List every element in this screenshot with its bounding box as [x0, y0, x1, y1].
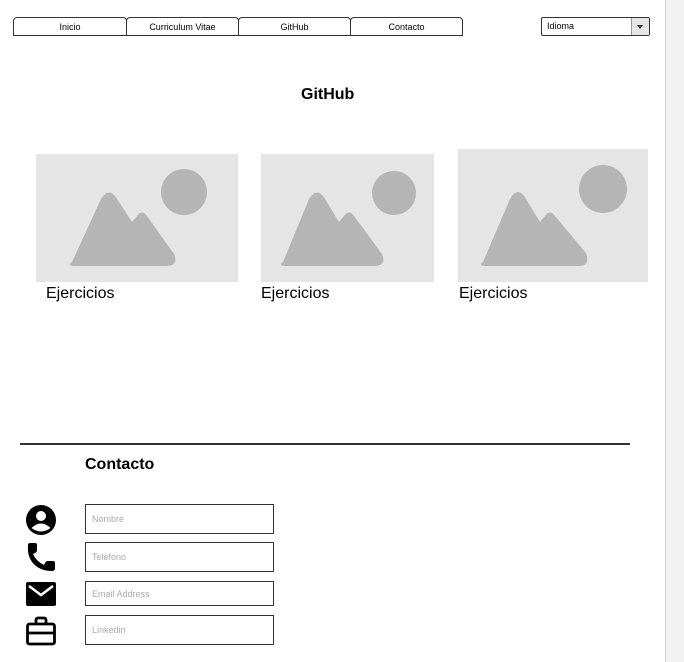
phone-field[interactable]: [85, 542, 274, 572]
page: Inicio Curriculum Vitae GitHub Contacto …: [0, 0, 665, 662]
linkedin-field[interactable]: [85, 615, 274, 645]
card-label-1[interactable]: Ejercicios: [46, 285, 114, 303]
github-title: GitHub: [301, 86, 355, 103]
tabs-baseline: [13, 35, 463, 36]
tab-contacto[interactable]: Contacto: [350, 17, 463, 36]
tab-inicio[interactable]: Inicio: [13, 17, 127, 36]
tab-github[interactable]: GitHub: [238, 17, 351, 36]
chevron-down-icon[interactable]: [631, 18, 649, 35]
image-placeholder-icon: [69, 169, 207, 266]
user-circle-icon: [26, 505, 56, 535]
section-divider: [20, 443, 630, 445]
contact-title: Contacto: [85, 456, 155, 473]
tab-curriculum-vitae[interactable]: Curriculum Vitae: [126, 17, 239, 36]
image-placeholder-icon: [480, 165, 627, 266]
card-label-2[interactable]: Ejercicios: [261, 285, 329, 303]
envelope-icon: [26, 582, 56, 606]
card-label-3[interactable]: Ejercicios: [459, 285, 527, 303]
phone-icon: [27, 543, 55, 571]
card-image-1[interactable]: [36, 154, 238, 282]
language-select[interactable]: Idioma: [541, 17, 650, 36]
name-field[interactable]: [85, 504, 274, 534]
card-image-2[interactable]: [261, 154, 434, 282]
image-placeholder-icon: [280, 171, 416, 266]
language-select-value: Idioma: [547, 21, 575, 31]
vertical-scrollbar[interactable]: [665, 0, 684, 662]
email-field[interactable]: [85, 581, 274, 606]
card-image-3[interactable]: [458, 149, 648, 282]
briefcase-icon: [26, 616, 56, 646]
